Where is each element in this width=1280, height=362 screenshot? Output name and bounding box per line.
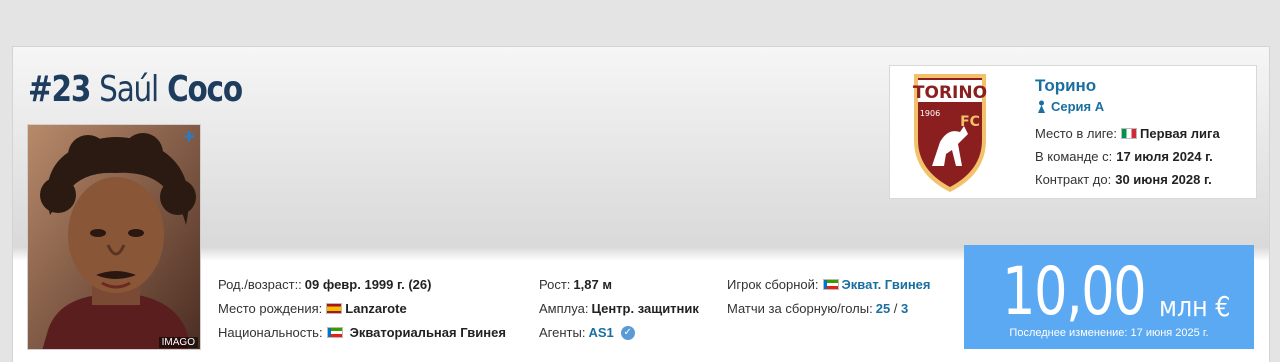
market-value-amount: 10,00 <box>1002 253 1147 330</box>
position-row: Амплуа: Центр. защитник <box>539 301 699 316</box>
nationality-value: Экваториальная Гвинея <box>349 325 506 340</box>
serie-a-logo-icon <box>1038 100 1045 113</box>
joined-value: 17 июля 2024 г. <box>1116 149 1213 164</box>
equatorial-guinea-flag-icon <box>822 279 839 290</box>
dob-label: Род./возраст:: <box>218 277 302 292</box>
contract-label: Контракт до: <box>1035 172 1112 187</box>
joined-label: В команде с: <box>1035 149 1113 164</box>
joined-row: В команде с: 17 июля 2024 г. <box>1035 149 1213 164</box>
league-level-row: Место в лиге: Первая лига <box>1035 126 1220 141</box>
national-team-link[interactable]: Экват. Гвинея <box>842 277 931 292</box>
caps-row: Матчи за сборную/голы: 25 / 3 <box>727 301 908 316</box>
birthplace-label: Место рождения: <box>218 301 323 316</box>
player-photo[interactable]: + IMAGO <box>27 124 201 350</box>
player-last-name: Coco <box>167 69 243 110</box>
nationality-row: Национальность: Экваториальная Гвинея <box>218 325 506 340</box>
agent-label: Агенты: <box>539 325 586 340</box>
shirt-number: #23 <box>28 69 91 110</box>
contract-row: Контракт до: 30 июня 2028 г. <box>1035 172 1212 187</box>
caps-separator: / <box>890 301 902 316</box>
height-value: 1,87 м <box>573 277 612 292</box>
league-name: Серия А <box>1051 99 1105 114</box>
league-level-value: Первая лига <box>1140 126 1220 141</box>
club-name-link[interactable]: Торино <box>1035 76 1096 96</box>
birthplace-value: Lanzarote <box>345 301 407 316</box>
club-box: TORINO 1906 FC Торино Серия А Место в ли… <box>889 65 1257 199</box>
spain-flag-icon <box>326 303 343 314</box>
photo-credit: IMAGO <box>158 337 198 348</box>
nationality-label: Национальность: <box>218 325 323 340</box>
agent-row: Агенты: AS1 ✓ <box>539 325 635 340</box>
height-label: Рост: <box>539 277 571 292</box>
birthplace-row: Место рождения: Lanzarote <box>218 301 407 316</box>
player-first-name: Saúl <box>99 69 159 110</box>
height-row: Рост: 1,87 м <box>539 277 612 292</box>
market-value-last-change: Последнее изменение: 17 июня 2025 г. <box>1009 327 1209 339</box>
svg-text:1906: 1906 <box>920 109 940 118</box>
italy-flag-icon <box>1121 128 1138 139</box>
market-value-unit: млн € <box>1159 290 1231 323</box>
player-title: #23 Saúl Coco <box>28 69 243 110</box>
position-value: Центр. защитник <box>591 301 699 316</box>
caps-link[interactable]: 25 <box>876 301 890 316</box>
equatorial-guinea-flag-icon <box>326 327 343 338</box>
goals-link[interactable]: 3 <box>901 301 908 316</box>
agent-link[interactable]: AS1 <box>588 325 613 340</box>
plus-icon[interactable]: + <box>183 127 195 147</box>
dob-row: Род./возраст:: 09 февр. 1999 г. (26) <box>218 277 431 292</box>
verified-check-icon: ✓ <box>620 325 635 340</box>
player-header-card: #23 Saúl Coco + IMAGO TORINO 1906 FC Тор… <box>12 46 1270 362</box>
caps-label: Матчи за сборную/голы: <box>727 301 873 316</box>
contract-value: 30 июня 2028 г. <box>1115 172 1212 187</box>
national-team-label: Игрок сборной: <box>727 277 819 292</box>
player-portrait-image <box>28 125 200 349</box>
svg-text:TORINO: TORINO <box>913 83 987 103</box>
national-team-row: Игрок сборной: Экват. Гвинея <box>727 277 931 292</box>
league-link[interactable]: Серия А <box>1037 99 1104 114</box>
dob-value: 09 февр. 1999 г. (26) <box>304 277 432 292</box>
market-value-box[interactable]: 10,00 млн € Последнее изменение: 17 июня… <box>964 245 1254 349</box>
position-label: Амплуа: <box>539 301 589 316</box>
torino-crest-icon[interactable]: TORINO 1906 FC <box>910 70 990 194</box>
league-level-label: Место в лиге: <box>1035 126 1118 141</box>
